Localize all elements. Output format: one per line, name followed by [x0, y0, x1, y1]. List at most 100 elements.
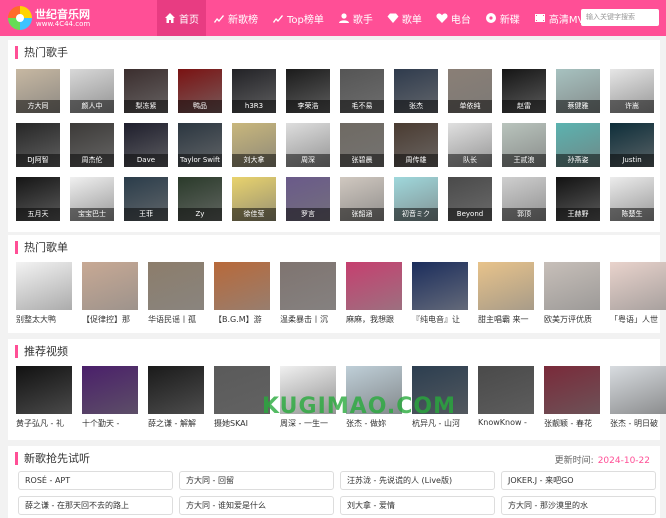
nav-singers[interactable]: 歌手 [331, 0, 380, 36]
playlist-cover[interactable] [82, 262, 138, 310]
singer-card[interactable]: 周深 [286, 123, 330, 167]
playlist-title[interactable]: 华语民谣丨孤 [148, 314, 204, 325]
singer-card[interactable]: Zy [178, 177, 222, 221]
playlist-title[interactable]: 温柔暴击丨沉 [280, 314, 336, 325]
search-input[interactable]: 输入关键字搜索 [581, 9, 659, 26]
video-thumbnail[interactable] [544, 366, 600, 414]
playlist-card[interactable]: 温柔暴击丨沉 [280, 262, 336, 325]
playlist-card[interactable]: 【B.G.M】游 [214, 262, 270, 325]
singer-card[interactable]: 颜人中 [70, 69, 114, 113]
singer-card[interactable]: h3R3 [232, 69, 276, 113]
playlist-title[interactable]: 甜主唱霸 来一 [478, 314, 534, 325]
video-card[interactable]: 黄子弘凡 - 礼 [16, 366, 72, 429]
singer-card[interactable]: 许嵩 [610, 69, 654, 113]
song-item[interactable]: 方大同 - 谁知爱是什么 [179, 496, 334, 515]
playlist-cover[interactable] [148, 262, 204, 310]
playlist-card[interactable]: 欧美万评优质 [544, 262, 600, 325]
singer-card[interactable]: Taylor Swift [178, 123, 222, 167]
singer-card[interactable]: 陈楚生 [610, 177, 654, 221]
nav-radio[interactable]: 电台 [429, 0, 478, 36]
playlist-cover[interactable] [478, 262, 534, 310]
playlist-card[interactable]: 别整太大鸭 [16, 262, 72, 325]
playlist-title[interactable]: 『纯电音』让 [412, 314, 468, 325]
singer-card[interactable]: Justin [610, 123, 654, 167]
singer-card[interactable]: 张碧晨 [340, 123, 384, 167]
playlist-cover[interactable] [280, 262, 336, 310]
video-card[interactable]: 薛之谦 - 解解 [148, 366, 204, 429]
song-item[interactable]: 方大同 - 回留 [179, 471, 334, 490]
singer-card[interactable]: 罗言 [286, 177, 330, 221]
nav-home[interactable]: 首页 [157, 0, 206, 36]
singer-card[interactable]: 队长 [448, 123, 492, 167]
playlist-cover[interactable] [544, 262, 600, 310]
playlist-title[interactable]: 别整太大鸭 [16, 314, 72, 325]
video-title[interactable]: 张杰 - 明日破 [610, 418, 666, 429]
song-item[interactable]: ROSÉ - APT [18, 471, 173, 490]
video-thumbnail[interactable] [610, 366, 666, 414]
song-item[interactable]: 刘大拿 - 爱情 [340, 496, 495, 515]
nav-new-songs[interactable]: 新歌榜 [206, 0, 265, 36]
playlist-card[interactable]: 『纯电音』让 [412, 262, 468, 325]
singer-card[interactable]: 梨冻紧 [124, 69, 168, 113]
singer-card[interactable]: 张杰 [394, 69, 438, 113]
video-thumbnail[interactable] [16, 366, 72, 414]
video-thumbnail[interactable] [148, 366, 204, 414]
playlist-card[interactable]: 【促律控】那 [82, 262, 138, 325]
playlist-cover[interactable] [346, 262, 402, 310]
playlist-title[interactable]: 欧美万评优质 [544, 314, 600, 325]
video-title[interactable]: 张杰 - 做妳 [346, 418, 402, 429]
nav-playlists[interactable]: 歌单 [380, 0, 429, 36]
playlist-card[interactable]: 「粤语」人世 [610, 262, 666, 325]
singer-card[interactable]: 孙燕姿 [556, 123, 600, 167]
singer-card[interactable]: 周传雄 [394, 123, 438, 167]
playlist-cover[interactable] [610, 262, 666, 310]
video-thumbnail[interactable] [82, 366, 138, 414]
singer-card[interactable]: 王贰浪 [502, 123, 546, 167]
singer-card[interactable]: Dave [124, 123, 168, 167]
playlist-title[interactable]: 麻麻，我想跟 [346, 314, 402, 325]
video-title[interactable]: KnowKnow - [478, 418, 534, 427]
singer-card[interactable]: 王赫野 [556, 177, 600, 221]
site-logo[interactable]: 世纪音乐网 www.4C44.com [8, 5, 118, 31]
singer-card[interactable]: 蔡健雅 [556, 69, 600, 113]
video-card[interactable]: 十个勤天 - [82, 366, 138, 429]
playlist-cover[interactable] [412, 262, 468, 310]
playlist-cover[interactable] [214, 262, 270, 310]
singer-card[interactable]: 方大同 [16, 69, 60, 113]
video-title[interactable]: 十个勤天 - [82, 418, 138, 429]
nav-top-charts[interactable]: Top榜单 [265, 0, 331, 36]
video-title[interactable]: 薛之谦 - 解解 [148, 418, 204, 429]
song-item[interactable]: JOKER.J - 来吧GO [501, 471, 656, 490]
video-card[interactable]: KnowKnow - [478, 366, 534, 429]
nav-new-albums[interactable]: 新碟 [478, 0, 527, 36]
singer-card[interactable]: DJ阿智 [16, 123, 60, 167]
singer-card[interactable]: 郭顶 [502, 177, 546, 221]
playlist-cover[interactable] [16, 262, 72, 310]
singer-card[interactable]: 单依纯 [448, 69, 492, 113]
singer-card[interactable]: Beyond [448, 177, 492, 221]
singer-card[interactable]: 宝宝巴士 [70, 177, 114, 221]
singer-card[interactable]: 鸭品 [178, 69, 222, 113]
video-card[interactable]: 张靓颖 - 春花 [544, 366, 600, 429]
video-title[interactable]: 周深 - 一生一 [280, 418, 336, 429]
song-item[interactable]: 汪苏泷 - 先说谎的人 (Live版) [340, 471, 495, 490]
video-title[interactable]: 黄子弘凡 - 礼 [16, 418, 72, 429]
playlist-title[interactable]: 【B.G.M】游 [214, 314, 270, 325]
playlist-title[interactable]: 【促律控】那 [82, 314, 138, 325]
singer-card[interactable]: 毛不易 [340, 69, 384, 113]
song-item[interactable]: 方大同 - 那沙漠里的水 [501, 496, 656, 515]
singer-card[interactable]: 张韶涵 [340, 177, 384, 221]
video-card[interactable]: 张杰 - 明日破 [610, 366, 666, 429]
video-title[interactable]: 摄她SKAI [214, 418, 270, 429]
singer-card[interactable]: 赵雷 [502, 69, 546, 113]
video-thumbnail[interactable] [478, 366, 534, 414]
singer-card[interactable]: 初音ミク [394, 177, 438, 221]
video-title[interactable]: 杭异凡 - 山河 [412, 418, 468, 429]
playlist-card[interactable]: 华语民谣丨孤 [148, 262, 204, 325]
singer-card[interactable]: 王菲 [124, 177, 168, 221]
song-item[interactable]: 薛之谦 - 在那天回不去的路上 [18, 496, 173, 515]
playlist-card[interactable]: 甜主唱霸 来一 [478, 262, 534, 325]
singer-card[interactable]: 五月天 [16, 177, 60, 221]
singer-card[interactable]: 刘大拿 [232, 123, 276, 167]
video-title[interactable]: 张靓颖 - 春花 [544, 418, 600, 429]
